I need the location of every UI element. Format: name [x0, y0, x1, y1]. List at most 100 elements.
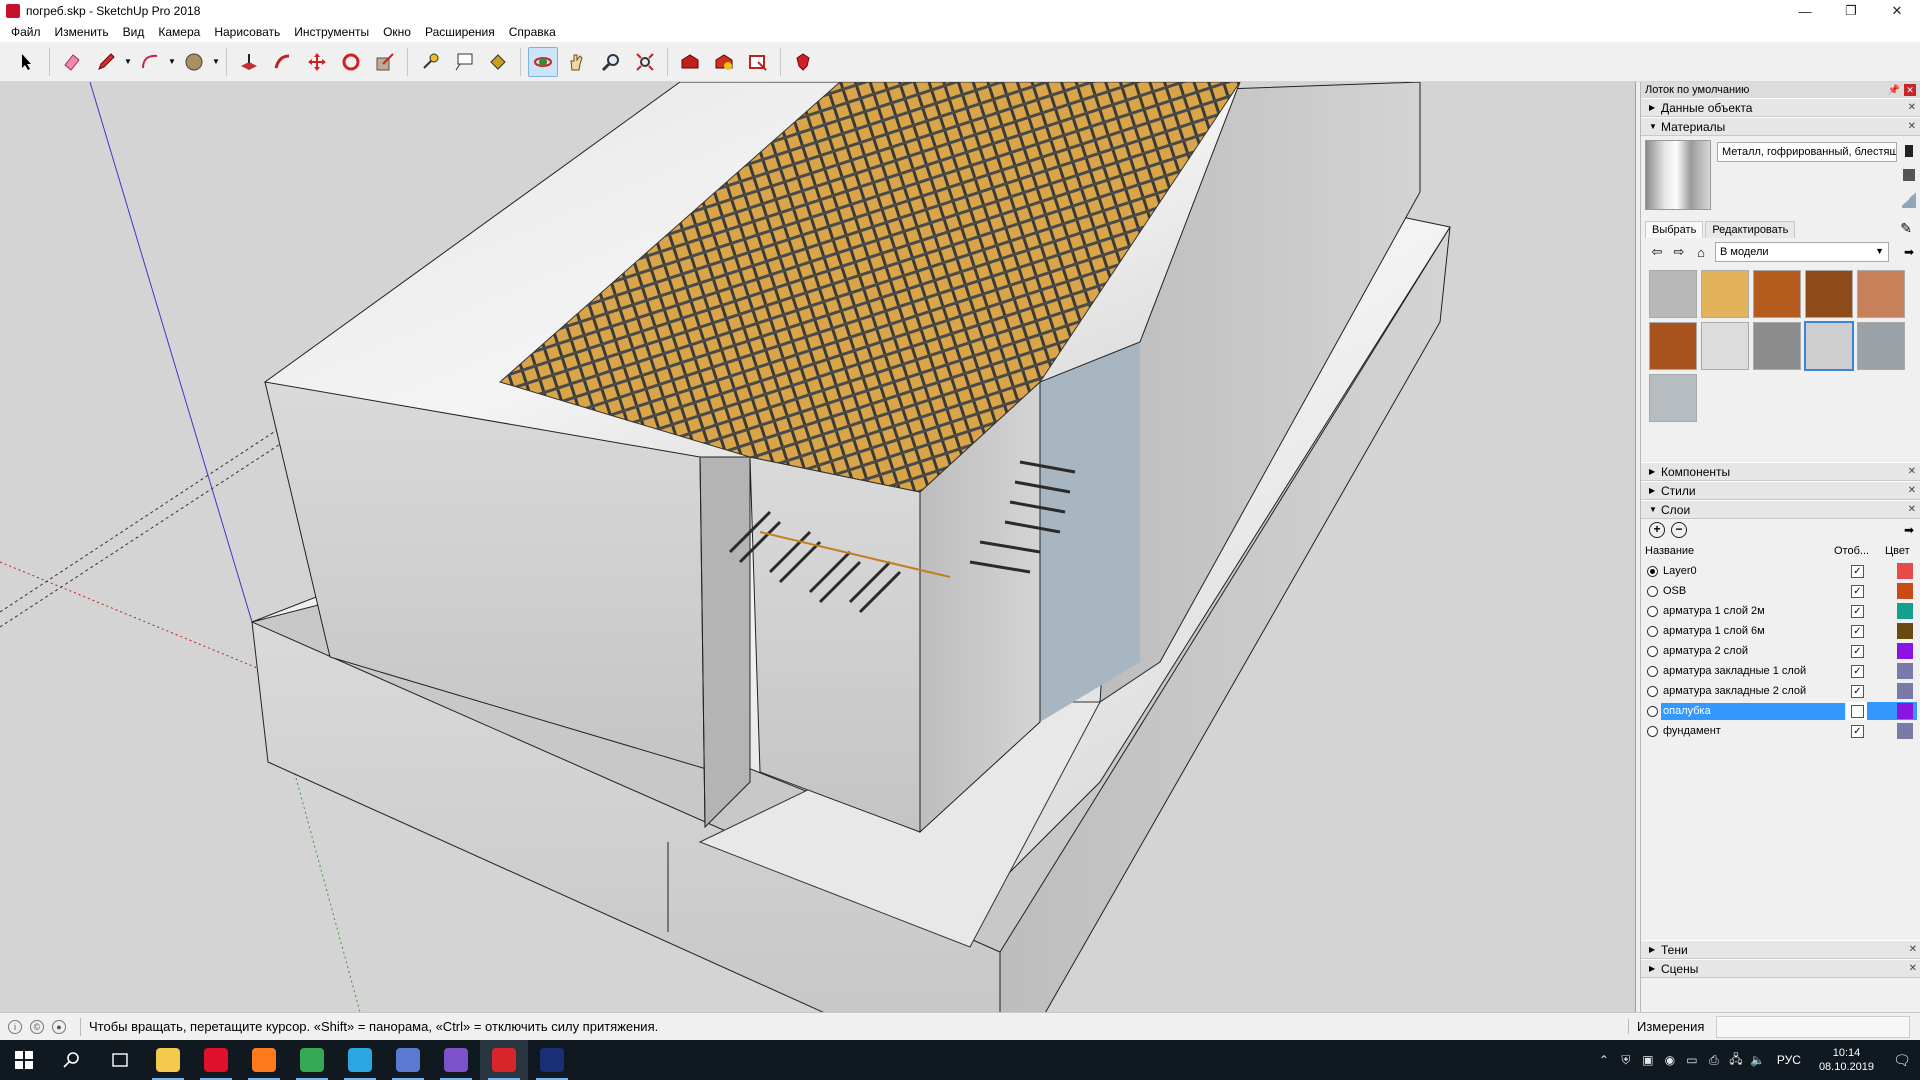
layer-name[interactable]: OSB	[1661, 583, 1845, 600]
taskbar-file-explorer[interactable]	[144, 1040, 192, 1080]
taskbar-opera[interactable]	[192, 1040, 240, 1080]
create-material-icon[interactable]	[1902, 166, 1916, 184]
layer-name[interactable]: арматура 1 слой 2м	[1661, 603, 1845, 620]
follow-me-tool[interactable]	[268, 47, 298, 77]
menu-extensions[interactable]: Расширения	[418, 22, 502, 42]
layer-color-swatch[interactable]	[1897, 643, 1913, 659]
menu-tools[interactable]: Инструменты	[287, 22, 376, 42]
material-swatch-metal-corrugated[interactable]	[1804, 321, 1854, 371]
taskbar-photoshop[interactable]	[528, 1040, 576, 1080]
taskbar-app-gallery[interactable]	[336, 1040, 384, 1080]
panel-materials[interactable]: ▼ Материалы ✕	[1641, 117, 1920, 136]
eraser-tool[interactable]	[57, 47, 87, 77]
search-button[interactable]	[48, 1040, 96, 1080]
paint-bucket-icon[interactable]	[1902, 142, 1916, 160]
menu-edit[interactable]: Изменить	[48, 22, 116, 42]
layer-row[interactable]: арматура 1 слой 6м ✓	[1641, 621, 1920, 641]
taskbar-sketchup[interactable]	[480, 1040, 528, 1080]
layer-row[interactable]: арматура 2 слой ✓	[1641, 641, 1920, 661]
extension-warehouse-tool[interactable]	[709, 47, 739, 77]
panel-close-icon[interactable]: ✕	[1909, 944, 1917, 955]
geolocation-icon[interactable]: i	[8, 1019, 22, 1034]
material-swatch-marble[interactable]	[1701, 322, 1749, 370]
taskbar-viber[interactable]	[432, 1040, 480, 1080]
material-swatch-wood-1[interactable]	[1753, 270, 1801, 318]
active-layer-radio[interactable]	[1647, 625, 1658, 637]
layer-visible-checkbox[interactable]	[1851, 704, 1864, 718]
layer-color-swatch[interactable]	[1897, 563, 1913, 579]
layer-visible-checkbox[interactable]: ✓	[1851, 724, 1864, 738]
close-button[interactable]: ✕	[1874, 0, 1920, 22]
task-view-button[interactable]	[96, 1040, 144, 1080]
menu-view[interactable]: Вид	[116, 22, 152, 42]
line-tool-dropdown[interactable]: ▼	[123, 47, 133, 77]
move-tool[interactable]	[302, 47, 332, 77]
usb-icon[interactable]: ⎙	[1703, 1053, 1725, 1068]
orbit-tool[interactable]	[528, 46, 558, 77]
layer-color-swatch[interactable]	[1897, 623, 1913, 639]
column-visible[interactable]: Отоб...	[1834, 545, 1869, 557]
panel-shadows[interactable]: ▶ Тени ✕	[1641, 940, 1920, 959]
panel-close-icon[interactable]: ✕	[1909, 963, 1917, 974]
ruby-tool[interactable]	[788, 47, 818, 77]
material-preview[interactable]	[1645, 140, 1711, 210]
taskbar-chrome[interactable]	[288, 1040, 336, 1080]
layer-name[interactable]: опалубка	[1661, 702, 1845, 720]
material-swatch-gray-1[interactable]	[1857, 322, 1905, 370]
details-arrow-icon[interactable]: ➡	[1904, 245, 1914, 259]
layer-name[interactable]: арматура закладные 1 слой	[1661, 663, 1845, 680]
layer-row[interactable]: Layer0 ✓	[1641, 561, 1920, 581]
clock[interactable]: 10:14 08.10.2019	[1819, 1046, 1874, 1074]
panel-entity-info[interactable]: ▶ Данные объекта ✕	[1641, 98, 1920, 117]
layer-visible-checkbox[interactable]: ✓	[1851, 624, 1864, 638]
details-arrow-icon[interactable]: ➡	[1904, 523, 1914, 537]
layer-name[interactable]: арматура 1 слой 6м	[1661, 623, 1845, 640]
network-icon[interactable]: 🖧	[1725, 1050, 1747, 1071]
active-layer-radio[interactable]	[1647, 645, 1658, 657]
active-layer-radio[interactable]	[1647, 605, 1658, 617]
volume-icon[interactable]: 🔈	[1747, 1053, 1769, 1067]
layout-tool[interactable]	[743, 47, 773, 77]
panel-scenes[interactable]: ▶ Сцены ✕	[1641, 959, 1920, 978]
rotate-tool[interactable]	[336, 47, 366, 77]
layer-row[interactable]: арматура закладные 2 слой ✓	[1641, 681, 1920, 701]
layer-color-swatch[interactable]	[1897, 683, 1913, 699]
panel-styles[interactable]: ▶ Стили ✕	[1641, 481, 1920, 500]
active-layer-radio[interactable]	[1647, 685, 1658, 697]
menu-camera[interactable]: Камера	[151, 22, 207, 42]
zoom-extents-tool[interactable]	[630, 47, 660, 77]
panel-close-icon[interactable]: ✕	[1908, 121, 1916, 132]
taskbar-app-monitor[interactable]	[384, 1040, 432, 1080]
notifications-icon[interactable]: 🗨	[1884, 1052, 1920, 1069]
forward-icon[interactable]: ⇨	[1671, 244, 1687, 260]
delete-layer-button[interactable]: −	[1671, 522, 1687, 538]
layer-name[interactable]: арматура 2 слой	[1661, 643, 1845, 660]
layer-visible-checkbox[interactable]: ✓	[1851, 684, 1864, 698]
active-layer-radio[interactable]	[1647, 585, 1658, 597]
arc-tool-dropdown[interactable]: ▼	[167, 47, 177, 77]
line-tool[interactable]	[91, 47, 121, 77]
layer-visible-checkbox[interactable]: ✓	[1851, 604, 1864, 618]
security-icon[interactable]: ⛨	[1615, 1053, 1637, 1068]
sample-paint-icon[interactable]: ✎	[1900, 220, 1912, 237]
tray-close-button[interactable]: ✕	[1904, 84, 1916, 96]
column-color[interactable]: Цвет	[1885, 545, 1910, 557]
minimize-button[interactable]: —	[1782, 0, 1828, 22]
layer-visible-checkbox[interactable]: ✓	[1851, 564, 1864, 578]
collection-select[interactable]: В модели ▼	[1715, 242, 1889, 262]
menu-file[interactable]: Файл	[4, 22, 48, 42]
layer-color-swatch[interactable]	[1897, 703, 1913, 719]
text-tool[interactable]	[449, 47, 479, 77]
panel-close-icon[interactable]: ✕	[1908, 466, 1916, 477]
layer-visible-checkbox[interactable]: ✓	[1851, 644, 1864, 658]
material-name-field[interactable]: Металл, гофрированный, блестящ	[1717, 142, 1897, 162]
credits-icon[interactable]: ©	[30, 1019, 44, 1034]
tape-measure-tool[interactable]	[415, 47, 445, 77]
layer-row[interactable]: опалубка	[1641, 701, 1920, 721]
layer-color-swatch[interactable]	[1897, 583, 1913, 599]
material-swatch-osb[interactable]	[1701, 270, 1749, 318]
default-material-icon[interactable]	[1902, 190, 1916, 208]
taskbar-firefox[interactable]	[240, 1040, 288, 1080]
layer-color-swatch[interactable]	[1897, 723, 1913, 739]
menu-window[interactable]: Окно	[376, 22, 418, 42]
